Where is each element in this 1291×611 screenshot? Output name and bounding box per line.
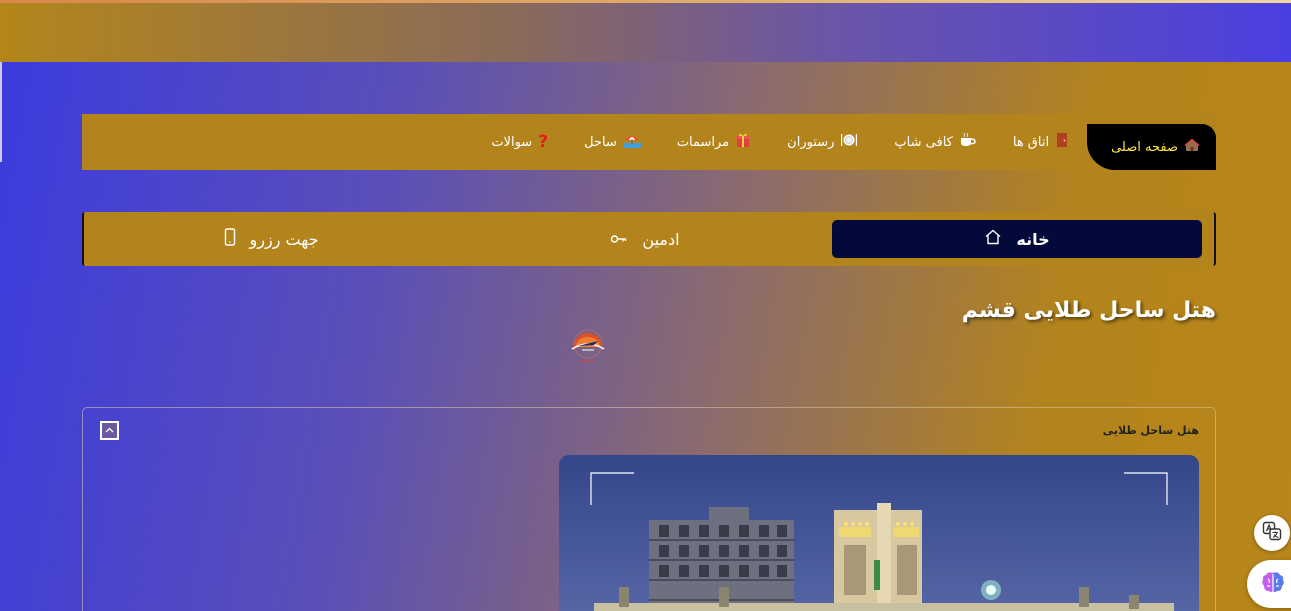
key-icon (610, 230, 628, 249)
translate-button[interactable] (1254, 515, 1290, 551)
main-nav: صفحه اصلی اتاق ها کافی شاپ رستوران مراسم… (82, 114, 1216, 170)
question-icon: ? (538, 132, 549, 152)
secondary-bar: جهت رزرو ادمین خانه (82, 212, 1216, 266)
door-icon (1055, 132, 1069, 152)
phone-icon (224, 228, 236, 250)
nav-item-home[interactable]: صفحه اصلی (1087, 124, 1216, 170)
nav-beach-label: ساحل (584, 134, 617, 150)
hotel-photo (559, 455, 1199, 611)
nav-faq-label: سوالات (491, 134, 533, 150)
home-label: خانه (1016, 229, 1050, 249)
reserve-label: جهت رزرو (249, 229, 319, 249)
gift-icon (735, 132, 751, 152)
left-edge-line (0, 62, 2, 162)
home-icon (984, 228, 1002, 250)
collapse-toggle[interactable] (100, 421, 119, 440)
nav-events-label: مراسمات (676, 134, 730, 150)
nav-restaurant-label: رستوران (787, 134, 835, 150)
house-icon (1184, 137, 1200, 157)
assistant-button[interactable] (1247, 560, 1291, 608)
hotel-logo (564, 325, 612, 365)
nav-item-faq[interactable]: ? سوالات (473, 114, 566, 170)
hotel-card: هتل ساحل طلایی (82, 407, 1216, 611)
nav-rooms-label: اتاق ها (1012, 134, 1050, 150)
plate-icon (840, 132, 858, 152)
reserve-button[interactable]: جهت رزرو (84, 220, 458, 258)
nav-item-restaurant[interactable]: رستوران (769, 114, 876, 170)
nav-cafe-label: کافی شاپ (894, 134, 953, 150)
nav-item-events[interactable]: مراسمات (659, 114, 769, 170)
header-band (0, 3, 1291, 62)
nav-item-beach[interactable]: ساحل (566, 114, 659, 170)
nav-home-label: صفحه اصلی (1111, 139, 1178, 155)
card-title: هتل ساحل طلایی (1102, 424, 1199, 437)
admin-label: ادمین (642, 229, 680, 249)
admin-button[interactable]: ادمین (458, 220, 832, 258)
translate-icon (1262, 521, 1282, 545)
page-title: هتل ساحل طلایی قشم (961, 298, 1216, 323)
chevron-up-icon (105, 425, 114, 436)
home-button[interactable]: خانه (832, 220, 1202, 258)
brain-icon (1260, 570, 1286, 598)
beach-umbrella-icon (622, 132, 641, 152)
nav-item-cafe[interactable]: کافی شاپ (876, 114, 994, 170)
coffee-icon (959, 132, 977, 152)
nav-item-rooms[interactable]: اتاق ها (995, 114, 1087, 170)
